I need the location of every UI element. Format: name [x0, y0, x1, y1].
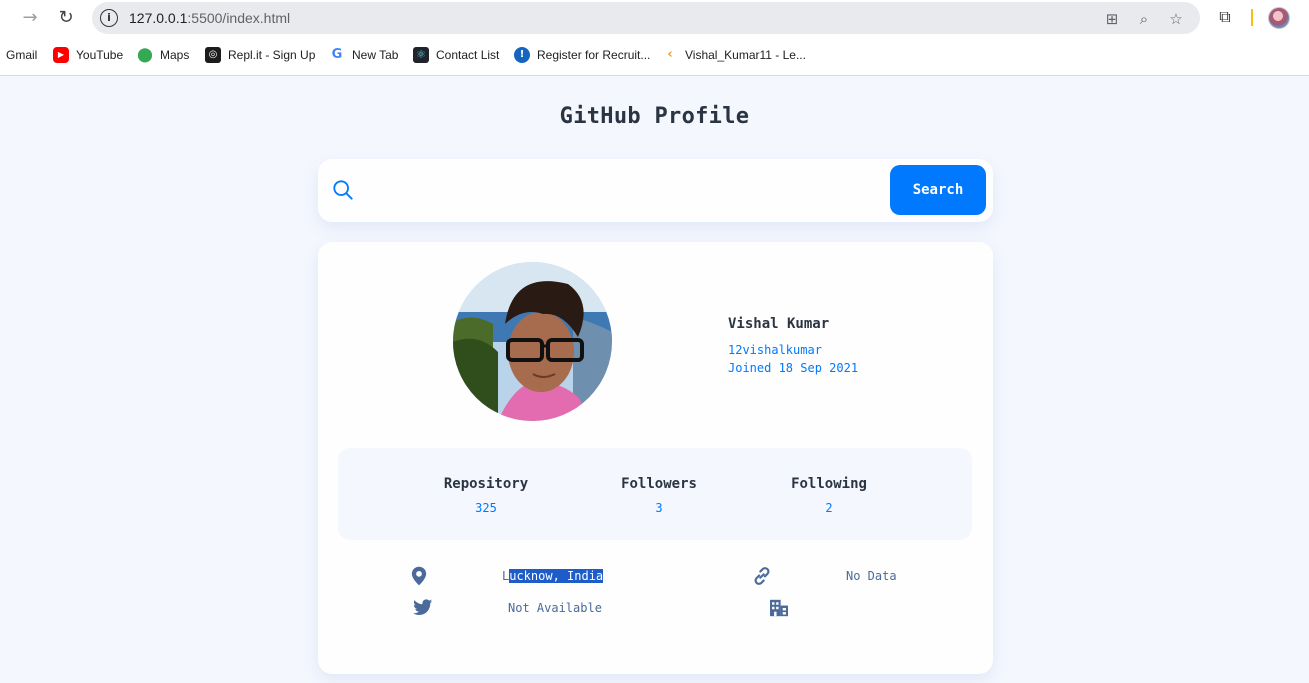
- site-info-icon[interactable]: i: [100, 9, 118, 27]
- stat-following: Following 2: [759, 476, 899, 515]
- search-bar: Search: [318, 159, 993, 222]
- reload-icon[interactable]: ↻: [54, 6, 78, 30]
- register-icon: !: [514, 47, 530, 63]
- browser-toolbar: → ↻ i 127.0.0.1:5500/index.html ⊞ ⌕ ☆ ⧉: [0, 0, 1309, 36]
- blog-text[interactable]: No Data: [846, 569, 897, 583]
- location-text: Lucknow, India: [502, 569, 604, 583]
- twitter-text: Not Available: [508, 601, 602, 615]
- url-host: 127.0.0.1: [129, 10, 188, 26]
- stat-label: Following: [791, 476, 867, 492]
- avatar: [453, 262, 612, 421]
- bookmark-label: New Tab: [352, 48, 399, 62]
- bookmark-contact-list[interactable]: ⚛ Contact List: [413, 44, 499, 66]
- replit-icon: ◎: [205, 47, 221, 63]
- page-title: GitHub Profile: [559, 104, 750, 129]
- bookmark-maps[interactable]: ⬤ Maps: [137, 44, 189, 66]
- company-building-icon: [770, 599, 788, 617]
- stats-panel: Repository 325 Followers 3 Following 2: [338, 448, 972, 540]
- avatar-image: [453, 262, 612, 421]
- extensions-icon[interactable]: ⧉: [1215, 7, 1235, 27]
- address-bar[interactable]: i 127.0.0.1:5500/index.html ⊞ ⌕ ☆: [92, 2, 1200, 34]
- url-text[interactable]: 127.0.0.1:5500/index.html: [129, 10, 290, 26]
- stat-followers: Followers 3: [589, 476, 729, 515]
- bookmark-new-tab[interactable]: G New Tab: [329, 44, 399, 66]
- bookmark-label: YouTube: [76, 48, 124, 62]
- bookmark-label: Register for Recruit...: [537, 48, 651, 62]
- bookmark-label: Repl.it - Sign Up: [228, 48, 316, 62]
- stat-value: 3: [655, 501, 663, 515]
- toolbar-divider: [1251, 9, 1253, 26]
- browser-profile-avatar[interactable]: [1268, 7, 1290, 29]
- zoom-icon[interactable]: ⌕: [1134, 9, 1154, 29]
- bookmark-replit[interactable]: ◎ Repl.it - Sign Up: [205, 44, 315, 66]
- search-icon: [333, 180, 353, 200]
- profile-name: Vishal Kumar: [728, 316, 830, 332]
- bookmark-youtube[interactable]: ▶ YouTube: [53, 44, 123, 66]
- profile-joined-date: Joined 18 Sep 2021: [728, 361, 859, 375]
- profile-login[interactable]: 12vishalkumar: [728, 343, 822, 357]
- bookmark-label: Gmail: [6, 48, 38, 62]
- bookmark-label: Maps: [160, 48, 190, 62]
- profile-card: Vishal Kumar 12vishalkumar Joined 18 Sep…: [318, 242, 993, 674]
- react-icon: ⚛: [413, 47, 429, 63]
- twitter-icon: [413, 599, 433, 615]
- bookmark-register[interactable]: ! Register for Recruit...: [514, 44, 650, 66]
- google-icon: G: [331, 47, 343, 62]
- stat-repositories: Repository 325: [416, 476, 556, 515]
- bookmarks-bar: Gmail ▶ YouTube ⬤ Maps ◎ Repl.it - Sign …: [0, 44, 1309, 66]
- stat-value: 2: [825, 501, 833, 515]
- link-icon: [754, 567, 770, 585]
- url-path: :5500/index.html: [187, 10, 291, 26]
- search-input[interactable]: [368, 171, 888, 209]
- back-arrow-icon[interactable]: →: [18, 6, 42, 30]
- stat-value: 325: [475, 501, 497, 515]
- leetcode-icon: ‹: [667, 47, 673, 62]
- bookmark-leetcode[interactable]: ‹ Vishal_Kumar11 - Le...: [662, 44, 806, 66]
- maps-icon: ⬤: [137, 47, 153, 63]
- bookmark-gmail[interactable]: Gmail: [6, 44, 37, 66]
- youtube-icon: ▶: [53, 47, 69, 63]
- stat-label: Followers: [621, 476, 697, 492]
- bookmark-label: Vishal_Kumar11 - Le...: [685, 48, 806, 62]
- location-pin-icon: [411, 566, 427, 586]
- stat-label: Repository: [443, 476, 529, 492]
- bookmark-star-icon[interactable]: ☆: [1166, 9, 1186, 29]
- location-selected-text: ucknow, India: [509, 569, 604, 583]
- bookmark-label: Contact List: [436, 48, 500, 62]
- translate-icon[interactable]: ⊞: [1102, 9, 1122, 29]
- search-button[interactable]: Search: [890, 165, 986, 215]
- browser-chrome: → ↻ i 127.0.0.1:5500/index.html ⊞ ⌕ ☆ ⧉ …: [0, 0, 1309, 76]
